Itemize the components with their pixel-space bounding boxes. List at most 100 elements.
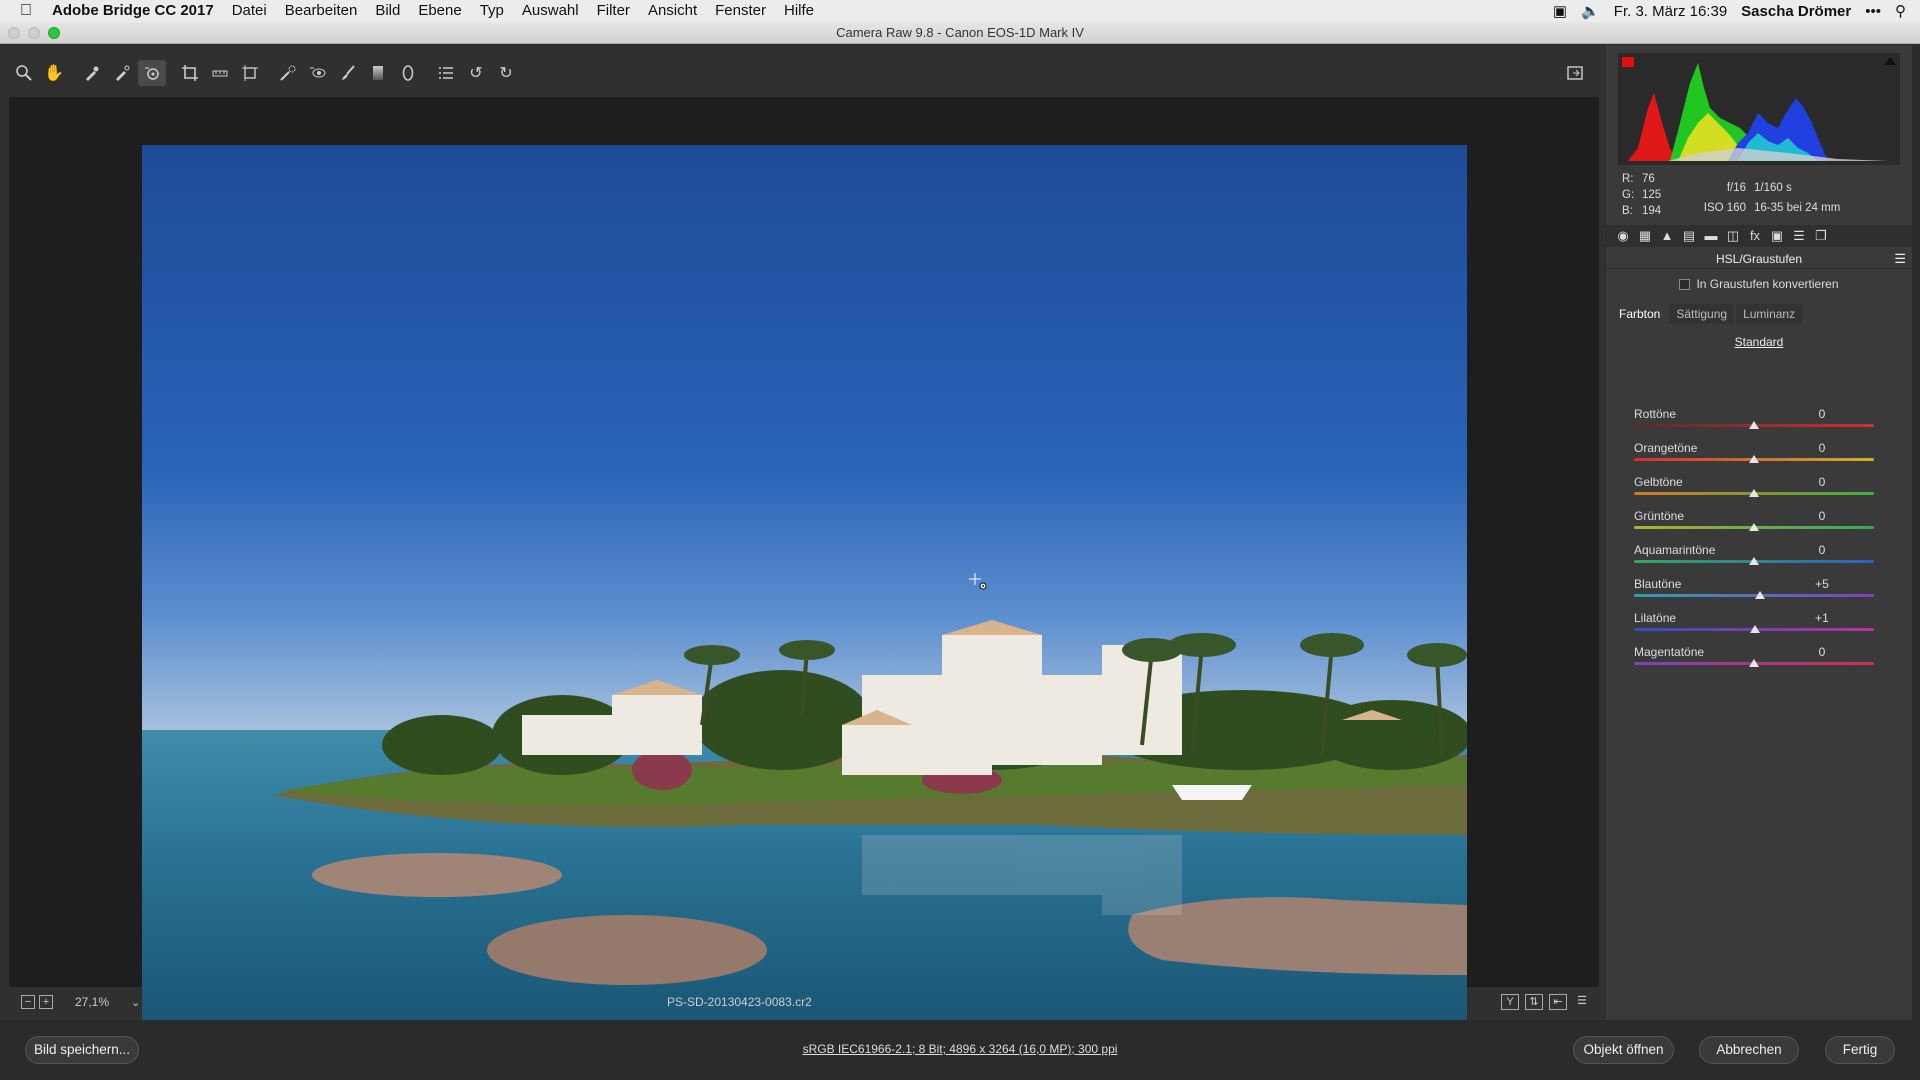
slider-thumb[interactable] bbox=[1750, 625, 1761, 633]
menu-ebene[interactable]: Ebene bbox=[409, 0, 470, 22]
slider-value[interactable]: 0 bbox=[1804, 509, 1840, 523]
open-object-button[interactable]: Objekt öffnen bbox=[1573, 1036, 1674, 1064]
panel-menu-icon[interactable]: ☰ bbox=[1894, 249, 1906, 269]
image-preview[interactable] bbox=[9, 97, 1599, 1029]
slider-value[interactable]: +5 bbox=[1804, 577, 1840, 591]
red-eye-icon[interactable] bbox=[304, 60, 332, 86]
target-adjust-icon[interactable] bbox=[138, 60, 166, 86]
slider-value[interactable]: +1 bbox=[1804, 611, 1840, 625]
presets-icon[interactable]: ☰ bbox=[1790, 228, 1808, 244]
slider-value[interactable]: 0 bbox=[1804, 543, 1840, 557]
zoom-out-button[interactable]: − bbox=[21, 995, 35, 1009]
r-label: R: bbox=[1622, 173, 1634, 185]
tab-saettigung[interactable]: Sättigung bbox=[1669, 304, 1735, 324]
straighten-icon[interactable] bbox=[206, 60, 234, 86]
slider-value[interactable]: 0 bbox=[1804, 475, 1840, 489]
more-icon[interactable]: ••• bbox=[1865, 3, 1881, 20]
slider-row[interactable]: Aquamarintöne 0 bbox=[1634, 543, 1884, 577]
basic-panel-icon[interactable]: ◉ bbox=[1614, 228, 1632, 244]
menu-hilfe[interactable]: Hilfe bbox=[775, 0, 823, 22]
grayscale-checkbox[interactable] bbox=[1679, 279, 1691, 290]
slider-thumb[interactable] bbox=[1755, 591, 1765, 599]
detail-icon[interactable]: ▲ bbox=[1658, 228, 1676, 244]
transform-icon[interactable] bbox=[236, 60, 264, 86]
lens-corrections-icon[interactable]: ◫ bbox=[1724, 228, 1742, 244]
color-sampler-icon[interactable] bbox=[108, 60, 136, 86]
menu-typ[interactable]: Typ bbox=[471, 0, 513, 22]
minimize-window-icon[interactable] bbox=[28, 27, 40, 39]
spotlight-search-icon[interactable]: ⚲ bbox=[1895, 2, 1906, 20]
tone-curve-icon[interactable]: ▦ bbox=[1636, 228, 1654, 244]
menu-datei[interactable]: Datei bbox=[223, 0, 276, 22]
slider-row[interactable]: Grüntöne 0 bbox=[1634, 509, 1884, 543]
fullscreen-toggle-icon[interactable] bbox=[1561, 60, 1589, 86]
slider-value[interactable]: 0 bbox=[1804, 441, 1840, 455]
slider-row[interactable]: Rottöne 0 bbox=[1634, 407, 1884, 441]
slider-row[interactable]: Lilatöne +1 bbox=[1634, 611, 1884, 645]
graduated-filter-icon[interactable] bbox=[364, 60, 392, 86]
adjustment-brush-icon[interactable] bbox=[334, 60, 362, 86]
slider-track[interactable] bbox=[1634, 594, 1874, 597]
preferences-icon[interactable] bbox=[432, 60, 460, 86]
slider-thumb[interactable] bbox=[1749, 489, 1759, 497]
tab-farbton[interactable]: Farbton bbox=[1612, 304, 1668, 324]
slider-row[interactable]: Magentatöne 0 bbox=[1634, 645, 1884, 679]
crop-icon[interactable] bbox=[176, 60, 204, 86]
tab-luminanz[interactable]: Luminanz bbox=[1736, 304, 1803, 324]
clock[interactable]: Fr. 3. März 16:39 bbox=[1614, 3, 1727, 20]
slider-label: Rottöne bbox=[1634, 407, 1677, 421]
slider-row[interactable]: Blautöne +5 bbox=[1634, 577, 1884, 611]
slider-row[interactable]: Gelbtöne 0 bbox=[1634, 475, 1884, 509]
grayscale-option[interactable]: In Graustufen konvertieren bbox=[1606, 277, 1912, 291]
radial-filter-icon[interactable] bbox=[394, 60, 422, 86]
done-button[interactable]: Fertig bbox=[1825, 1036, 1895, 1064]
rotate-left-icon[interactable]: ↺ bbox=[462, 60, 490, 86]
zoom-dropdown-chevron-icon[interactable]: ⌄ bbox=[131, 996, 140, 1009]
menu-bearbeiten[interactable]: Bearbeiten bbox=[276, 0, 367, 22]
snapshots-icon[interactable]: ❐ bbox=[1812, 228, 1830, 244]
r-value: 76 bbox=[1642, 173, 1655, 185]
apple-icon[interactable]:  bbox=[0, 2, 52, 20]
view-settings-icon[interactable]: ☰ bbox=[1573, 994, 1591, 1010]
slider-thumb[interactable] bbox=[1749, 557, 1759, 565]
slider-value[interactable]: 0 bbox=[1804, 407, 1840, 421]
user-name[interactable]: Sascha Drömer bbox=[1741, 3, 1851, 20]
hand-icon[interactable]: ✋ bbox=[40, 60, 68, 86]
menu-fenster[interactable]: Fenster bbox=[706, 0, 775, 22]
slider-thumb[interactable] bbox=[1749, 455, 1759, 463]
swap-before-after-icon[interactable]: ⇅ bbox=[1525, 994, 1543, 1010]
menu-auswahl[interactable]: Auswahl bbox=[513, 0, 588, 22]
window-title: Camera Raw 9.8 - Canon EOS-1D Mark IV bbox=[836, 25, 1084, 40]
zoom-icon[interactable] bbox=[10, 60, 38, 86]
fullscreen-window-icon[interactable] bbox=[48, 27, 60, 39]
photo-image[interactable] bbox=[142, 145, 1467, 1029]
rotate-right-icon[interactable]: ↻ bbox=[492, 60, 520, 86]
cancel-button[interactable]: Abbrechen bbox=[1699, 1036, 1799, 1064]
slider-row[interactable]: Orangetöne 0 bbox=[1634, 441, 1884, 475]
zoom-in-button[interactable]: + bbox=[39, 995, 53, 1009]
zoom-level[interactable]: 27,1% bbox=[75, 995, 109, 1009]
menu-bild[interactable]: Bild bbox=[366, 0, 409, 22]
close-window-icon[interactable] bbox=[8, 27, 20, 39]
volume-icon[interactable]: 🔈 bbox=[1581, 2, 1600, 20]
menu-ansicht[interactable]: Ansicht bbox=[639, 0, 706, 22]
camera-calibration-icon[interactable]: ▣ bbox=[1768, 228, 1786, 244]
menu-filter[interactable]: Filter bbox=[588, 0, 639, 22]
standard-link[interactable]: Standard bbox=[1606, 335, 1912, 349]
shutter-speed: 1/160 s bbox=[1754, 182, 1792, 194]
slider-thumb[interactable] bbox=[1749, 659, 1759, 667]
hsl-icon[interactable]: ▤ bbox=[1680, 228, 1698, 244]
white-balance-icon[interactable] bbox=[78, 60, 106, 86]
slider-thumb[interactable] bbox=[1749, 421, 1759, 429]
menu-app-name[interactable]: Adobe Bridge CC 2017 bbox=[52, 0, 223, 22]
copy-settings-icon[interactable]: ⇤ bbox=[1549, 994, 1567, 1010]
spot-removal-icon[interactable] bbox=[274, 60, 302, 86]
slider-thumb[interactable] bbox=[1749, 523, 1759, 531]
screen-record-icon[interactable]: ▣ bbox=[1553, 2, 1567, 20]
slider-value[interactable]: 0 bbox=[1804, 645, 1840, 659]
slider-label: Aquamarintöne bbox=[1634, 543, 1716, 557]
before-after-y-icon[interactable]: Y bbox=[1501, 994, 1519, 1010]
panel-title: HSL/Graustufen ☰ bbox=[1606, 249, 1912, 269]
split-toning-icon[interactable]: ▬ bbox=[1702, 228, 1720, 244]
effects-icon[interactable]: fx bbox=[1746, 228, 1764, 244]
